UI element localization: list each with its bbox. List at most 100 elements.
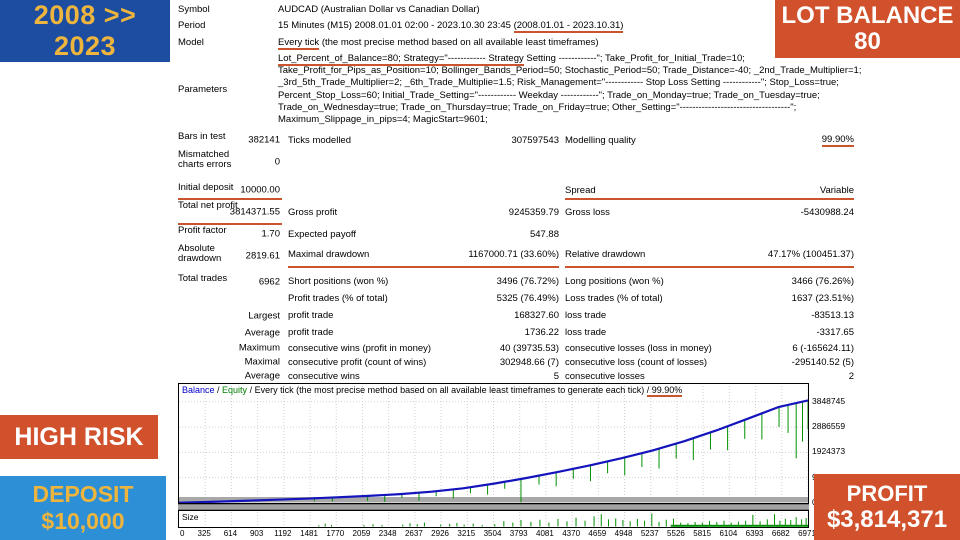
x-axis-tick-label: 4948: [614, 529, 633, 538]
info-value: 15 Minutes (M15) 2008.01.01 02:00 - 2023…: [278, 20, 624, 34]
stat-cell: Largest: [248, 310, 280, 321]
info-text: Percent_Stop_Loss=60; Initial_Trade_Sett…: [278, 89, 820, 101]
stat-cell: consecutive profit (count of wins): [288, 356, 427, 368]
stat-cell: Bars in test 382141: [178, 131, 280, 146]
stat-cell: Maximal drawdown: [288, 243, 468, 268]
x-axis-tick-label: 6104: [719, 529, 738, 538]
stat-cell: consecutive losses (loss in money): [565, 342, 712, 354]
stat-cell: 9245359.79: [508, 207, 559, 218]
chart-header-text: Balance: [182, 385, 215, 395]
stat-cell: 302948.66 (7): [499, 356, 559, 368]
info-text: Take_Profit_for_Pips_as_Position=10; Bol…: [278, 65, 862, 77]
stat-cell: Expected payoff: [288, 228, 356, 240]
stat-cell: Gross profit: [288, 207, 338, 218]
stat-row: Average profit trade 1736.22 loss trade -331…: [178, 324, 854, 341]
info-text: (the most precise method based on all av…: [319, 36, 599, 48]
info-text: Lot_Percent_of_Balance=80; Strategy="---…: [278, 52, 524, 66]
stat-row: Initial deposit 10000.00 Spread Variable: [178, 182, 854, 200]
stat-cell: 3466 (76.26%): [791, 276, 854, 287]
x-axis-tick-label: 325: [197, 529, 211, 538]
stat-cell: Mismatched charts errors 0: [178, 149, 280, 170]
stat-row: Maximal consecutive profit (count of wins…: [178, 355, 854, 369]
stat-cell: Initial deposit 10000.00: [178, 182, 282, 200]
stat-row: Profit factor 1.70 Expected payoff 547.88: [178, 225, 854, 243]
x-axis-tick-label: 5526: [667, 529, 685, 538]
x-axis-tick-label: 2059: [352, 529, 371, 538]
stat-row: Maximum consecutive wins (profit in money…: [178, 341, 854, 355]
stat-cell: consecutive loss (count of losses): [565, 356, 708, 368]
chart-header-text: / 99.90%: [646, 385, 683, 397]
x-axis-tick-label: 2348: [378, 529, 397, 538]
x-axis-labels: 0 325 614 903 1192 1481 1770 2059 2348 2637 2926 32…: [178, 529, 816, 540]
x-axis-tick-label: 4370: [562, 529, 581, 538]
stat-cell: Total trades 6962: [178, 273, 280, 287]
chart-header: Balance / Equity / Every tick (the most …: [182, 385, 683, 397]
banner-profit-line2: $3,814,371: [826, 505, 948, 533]
stat-cell: Ticks modelled: [288, 134, 352, 146]
x-axis-tick-label: 3504: [483, 529, 502, 538]
stat-row: Mismatched charts errors 0: [178, 149, 854, 175]
stat-row: Total trades 6962 Short positions (won %) 3…: [178, 273, 854, 290]
info-value: Lot_Percent_of_Balance=80; Strategy="---…: [278, 52, 862, 127]
info-text: _3rd_5th_Trade_Multiplier=2; _6th_Trade_…: [278, 77, 839, 89]
size-bars-plot: [204, 512, 808, 527]
chart-header-text: /: [214, 385, 223, 395]
stat-cell: 547.88: [529, 228, 559, 240]
x-axis-tick-label: 3215: [457, 529, 476, 538]
stat-cell: -295140.52 (5): [791, 356, 854, 368]
stat-cell: 47.17% (100451.37): [730, 243, 854, 268]
stat-cell: 40 (39735.53): [499, 342, 559, 354]
stat-cell: 1637 (23.51%): [791, 293, 854, 304]
stat-row: Profit trades (% of total) 5325 (76.49%) L…: [178, 290, 854, 307]
stat-cell: -3317.65: [816, 327, 854, 338]
stat-cell: Modelling quality: [565, 134, 636, 146]
banner-profit-line1: PROFIT: [846, 480, 928, 506]
stat-cell: consecutive wins: [288, 370, 360, 382]
stat-cell: 3496 (76.72%): [496, 276, 559, 287]
info-text: 15 Minutes (M15) 2008.01.01 02:00 - 2023…: [278, 20, 514, 32]
stat-cell: Absolute drawdown 2819.61: [178, 243, 280, 264]
stat-cell: Total net profit 3814371.55: [178, 200, 282, 225]
backtest-report-page: { "banners": { "top_left": {"text": "200…: [0, 0, 960, 540]
y-axis-tick-label: 2886559: [812, 421, 846, 432]
stat-cell: Maximum: [238, 342, 280, 354]
x-axis-tick-label: 614: [223, 529, 238, 538]
stat-cell: Relative drawdown: [565, 243, 730, 268]
stat-cell: Average: [244, 370, 280, 382]
y-axis-tick-label: 1924373: [812, 446, 846, 457]
x-axis-tick-label: 1481: [300, 529, 318, 538]
info-text: Trade_on_Wednesday=true; Trade_on_Thursd…: [278, 102, 797, 114]
info-label: Model: [178, 36, 204, 48]
stat-cell: 168327.60: [514, 310, 559, 321]
stat-cell: Loss trades (% of total): [565, 293, 663, 304]
banner-period-range-text: 2008 >> 2023: [33, 0, 137, 61]
stat-row: Average consecutive wins 5 consecutive loss…: [178, 369, 854, 383]
x-axis-tick-label: 903: [249, 529, 264, 538]
stat-row: Largest profit trade 168327.60 loss trade -8…: [178, 307, 854, 324]
info-row: Period 15 Minutes (M15) 2008.01.01 02:00 …: [178, 16, 854, 34]
stat-cell: Short positions (won %): [288, 276, 389, 287]
y-axis-tick-label: 3848745: [812, 395, 846, 406]
banner-high-risk: HIGH RISK: [0, 415, 158, 459]
stat-cell: 307597543: [511, 134, 559, 146]
stat-cell: loss trade: [565, 327, 607, 338]
info-text: Maximum_Slippage_in_pips=4; MagicStart=9…: [278, 114, 488, 126]
info-text: (2008.01.01 - 2023.10.31): [513, 20, 624, 34]
stat-row: Bars in test 382141 Ticks modelled 30759754…: [178, 131, 854, 149]
info-value: Every tick (the most precise method base…: [278, 36, 599, 50]
banner-lot-balance: LOT BALANCE 80: [775, 0, 960, 58]
stat-cell: 99.90%: [821, 133, 854, 147]
chart-header-text: Equity: [222, 385, 248, 395]
x-axis-tick-label: 0: [180, 529, 185, 538]
balance-equity-plot: [179, 386, 808, 503]
stat-cell: [178, 290, 282, 307]
x-axis-tick-label: 2637: [404, 529, 423, 538]
chart-header-text: / Every tick (the most precise method ba…: [247, 385, 647, 395]
stat-cell: 5325 (76.49%): [496, 293, 559, 304]
stat-cell: -5430988.24: [800, 207, 854, 218]
x-axis-tick-label: 1770: [326, 529, 345, 538]
stat-cell: Profit factor 1.70: [178, 225, 280, 240]
stat-cell: Gross loss: [565, 207, 610, 218]
stat-cell: [288, 182, 468, 200]
banner-high-risk-text: HIGH RISK: [14, 422, 144, 451]
